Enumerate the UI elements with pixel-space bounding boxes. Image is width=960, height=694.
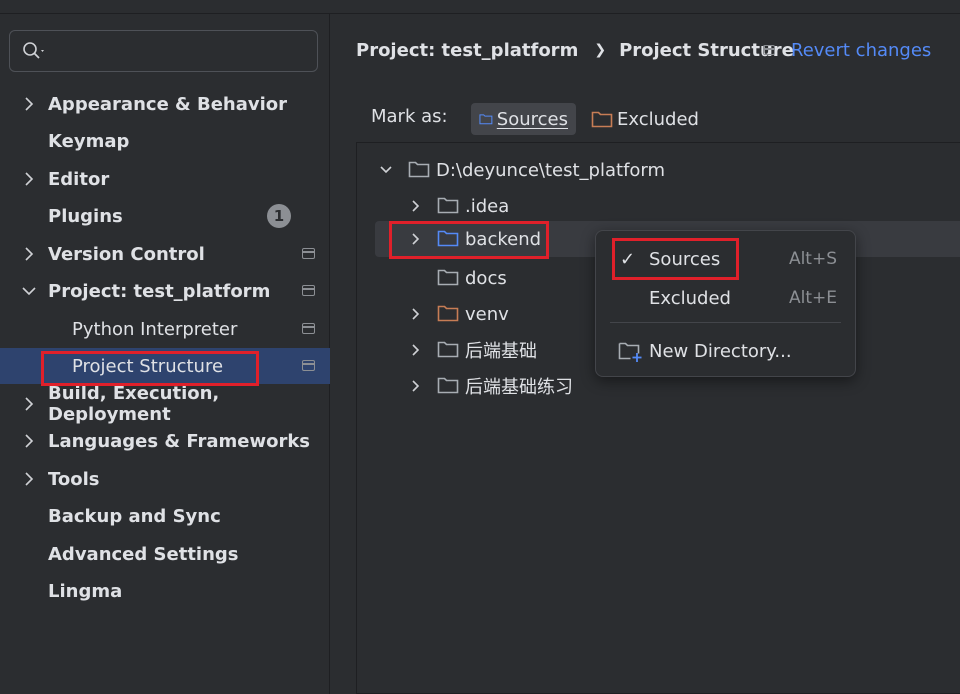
sidebar-item-appearance[interactable]: Appearance & Behavior	[0, 86, 330, 122]
sidebar-item-lingma[interactable]: Lingma	[0, 573, 330, 609]
tree-row-label: venv	[465, 303, 509, 325]
sidebar-item-editor[interactable]: Editor	[0, 161, 330, 197]
chevron-right-icon	[25, 472, 34, 486]
menu-item-excluded[interactable]: Excluded Alt+E	[596, 282, 855, 314]
revert-changes-link[interactable]: Revert changes	[763, 38, 931, 62]
sidebar-item-label: Tools	[48, 468, 100, 490]
folder-icon	[437, 377, 459, 394]
sidebar-item-backup[interactable]: Backup and Sync	[0, 498, 330, 534]
project-level-icon	[302, 360, 315, 371]
breadcrumb-project[interactable]: Project: test_platform	[356, 40, 578, 61]
tree-row-label: .idea	[465, 195, 510, 217]
menu-item-shortcut: Alt+S	[788, 249, 837, 269]
mark-as-context-menu: ✓ Sources Alt+S Excluded Alt+E New Direc…	[595, 230, 856, 377]
chevron-down-icon	[22, 287, 36, 296]
chevron-right-icon	[25, 172, 34, 186]
sidebar-item-label: Editor	[48, 168, 110, 190]
plugins-count-badge: 1	[267, 204, 291, 228]
sidebar-item-label: Backup and Sync	[48, 505, 221, 527]
breadcrumb: Project: test_platform ❯ Project Structu…	[356, 38, 794, 62]
mark-sources-button[interactable]: Sources	[471, 103, 576, 135]
sidebar-item-plugins[interactable]: Plugins 1	[0, 198, 330, 234]
sidebar-item-label: Version Control	[48, 243, 205, 265]
tree-root-label: D:\deyunce\test_platform	[436, 159, 666, 181]
sidebar-item-keymap[interactable]: Keymap	[0, 123, 330, 159]
mark-as-label: Mark as:	[371, 106, 448, 127]
project-file-tree: D:\deyunce\test_platform .idea backend d…	[356, 142, 960, 694]
sidebar-item-project[interactable]: Project: test_platform	[0, 273, 330, 309]
chevron-right-icon	[412, 200, 420, 212]
tree-row-label: 后端基础	[465, 341, 537, 362]
chevron-right-icon	[412, 233, 420, 245]
project-level-icon	[302, 248, 315, 259]
excluded-folder-icon	[437, 305, 459, 322]
chevron-right-icon	[25, 434, 34, 448]
menu-item-label: New Directory...	[649, 340, 792, 362]
revert-changes-label: Revert changes	[791, 39, 932, 61]
sidebar-item-project-structure[interactable]: Project Structure	[0, 348, 330, 384]
tree-row[interactable]: .idea	[357, 189, 960, 223]
folder-icon	[437, 197, 459, 214]
tree-row-label: docs	[465, 267, 507, 289]
sidebar-item-label: Languages & Frameworks	[48, 430, 311, 452]
chevron-right-icon	[412, 344, 420, 356]
sidebar-item-label: Lingma	[48, 580, 123, 602]
menu-item-new-directory[interactable]: New Directory...	[596, 335, 855, 367]
chevron-right-icon	[412, 308, 420, 320]
folder-icon	[437, 269, 459, 286]
folder-icon	[408, 161, 430, 178]
sidebar-item-label: Plugins	[48, 205, 123, 227]
sidebar-item-label: Project Structure	[72, 355, 224, 377]
checkmark-icon: ✓	[620, 248, 636, 270]
sidebar-item-label: Python Interpreter	[72, 318, 238, 340]
menu-item-label: Excluded	[649, 287, 731, 309]
new-folder-icon	[618, 342, 642, 362]
search-input[interactable]	[9, 30, 318, 72]
chevron-right-icon	[25, 397, 34, 411]
sources-folder-icon	[437, 230, 459, 247]
mark-excluded-label: Excluded	[617, 108, 699, 130]
menu-item-label: Sources	[649, 248, 721, 270]
excluded-folder-icon	[591, 111, 613, 128]
sidebar-item-label: Keymap	[48, 130, 130, 152]
sidebar-item-version-control[interactable]: Version Control	[0, 236, 330, 272]
project-level-icon	[763, 45, 775, 55]
chevron-right-icon	[25, 97, 34, 111]
menu-item-shortcut: Alt+E	[788, 288, 837, 308]
chevron-right-icon	[412, 380, 420, 392]
tree-row-label: 后端基础练习	[465, 377, 573, 398]
mark-excluded-button[interactable]: Excluded	[583, 103, 707, 135]
sidebar-item-languages[interactable]: Languages & Frameworks	[0, 423, 330, 459]
menu-divider	[610, 322, 841, 323]
sidebar-item-advanced[interactable]: Advanced Settings	[0, 536, 330, 572]
project-level-icon	[302, 323, 315, 334]
chevron-down-icon	[380, 166, 392, 174]
folder-icon	[437, 341, 459, 358]
chevron-right-icon	[25, 247, 34, 261]
search-icon	[23, 42, 44, 59]
sidebar-item-label: Advanced Settings	[48, 543, 239, 565]
sidebar-item-python-interpreter[interactable]: Python Interpreter	[0, 311, 330, 347]
settings-sidebar: Appearance & Behavior Keymap Editor Plug…	[0, 14, 330, 694]
tree-root-row[interactable]: D:\deyunce\test_platform	[357, 153, 960, 187]
sidebar-item-tools[interactable]: Tools	[0, 461, 330, 497]
sidebar-item-label: Build, Execution, Deployment	[48, 383, 220, 425]
sources-folder-icon	[479, 114, 493, 125]
project-level-icon	[302, 285, 315, 296]
window-top-bar	[0, 0, 960, 14]
menu-item-sources[interactable]: ✓ Sources Alt+S	[596, 243, 855, 275]
breadcrumb-separator-icon: ❯	[594, 42, 607, 58]
sidebar-item-label: Appearance & Behavior	[48, 93, 288, 115]
tree-row-label: backend	[465, 228, 542, 250]
sidebar-item-build[interactable]: Build, Execution, Deployment	[0, 383, 330, 425]
mark-sources-label: Sources	[496, 108, 568, 130]
sidebar-item-label: Project: test_platform	[48, 280, 271, 302]
